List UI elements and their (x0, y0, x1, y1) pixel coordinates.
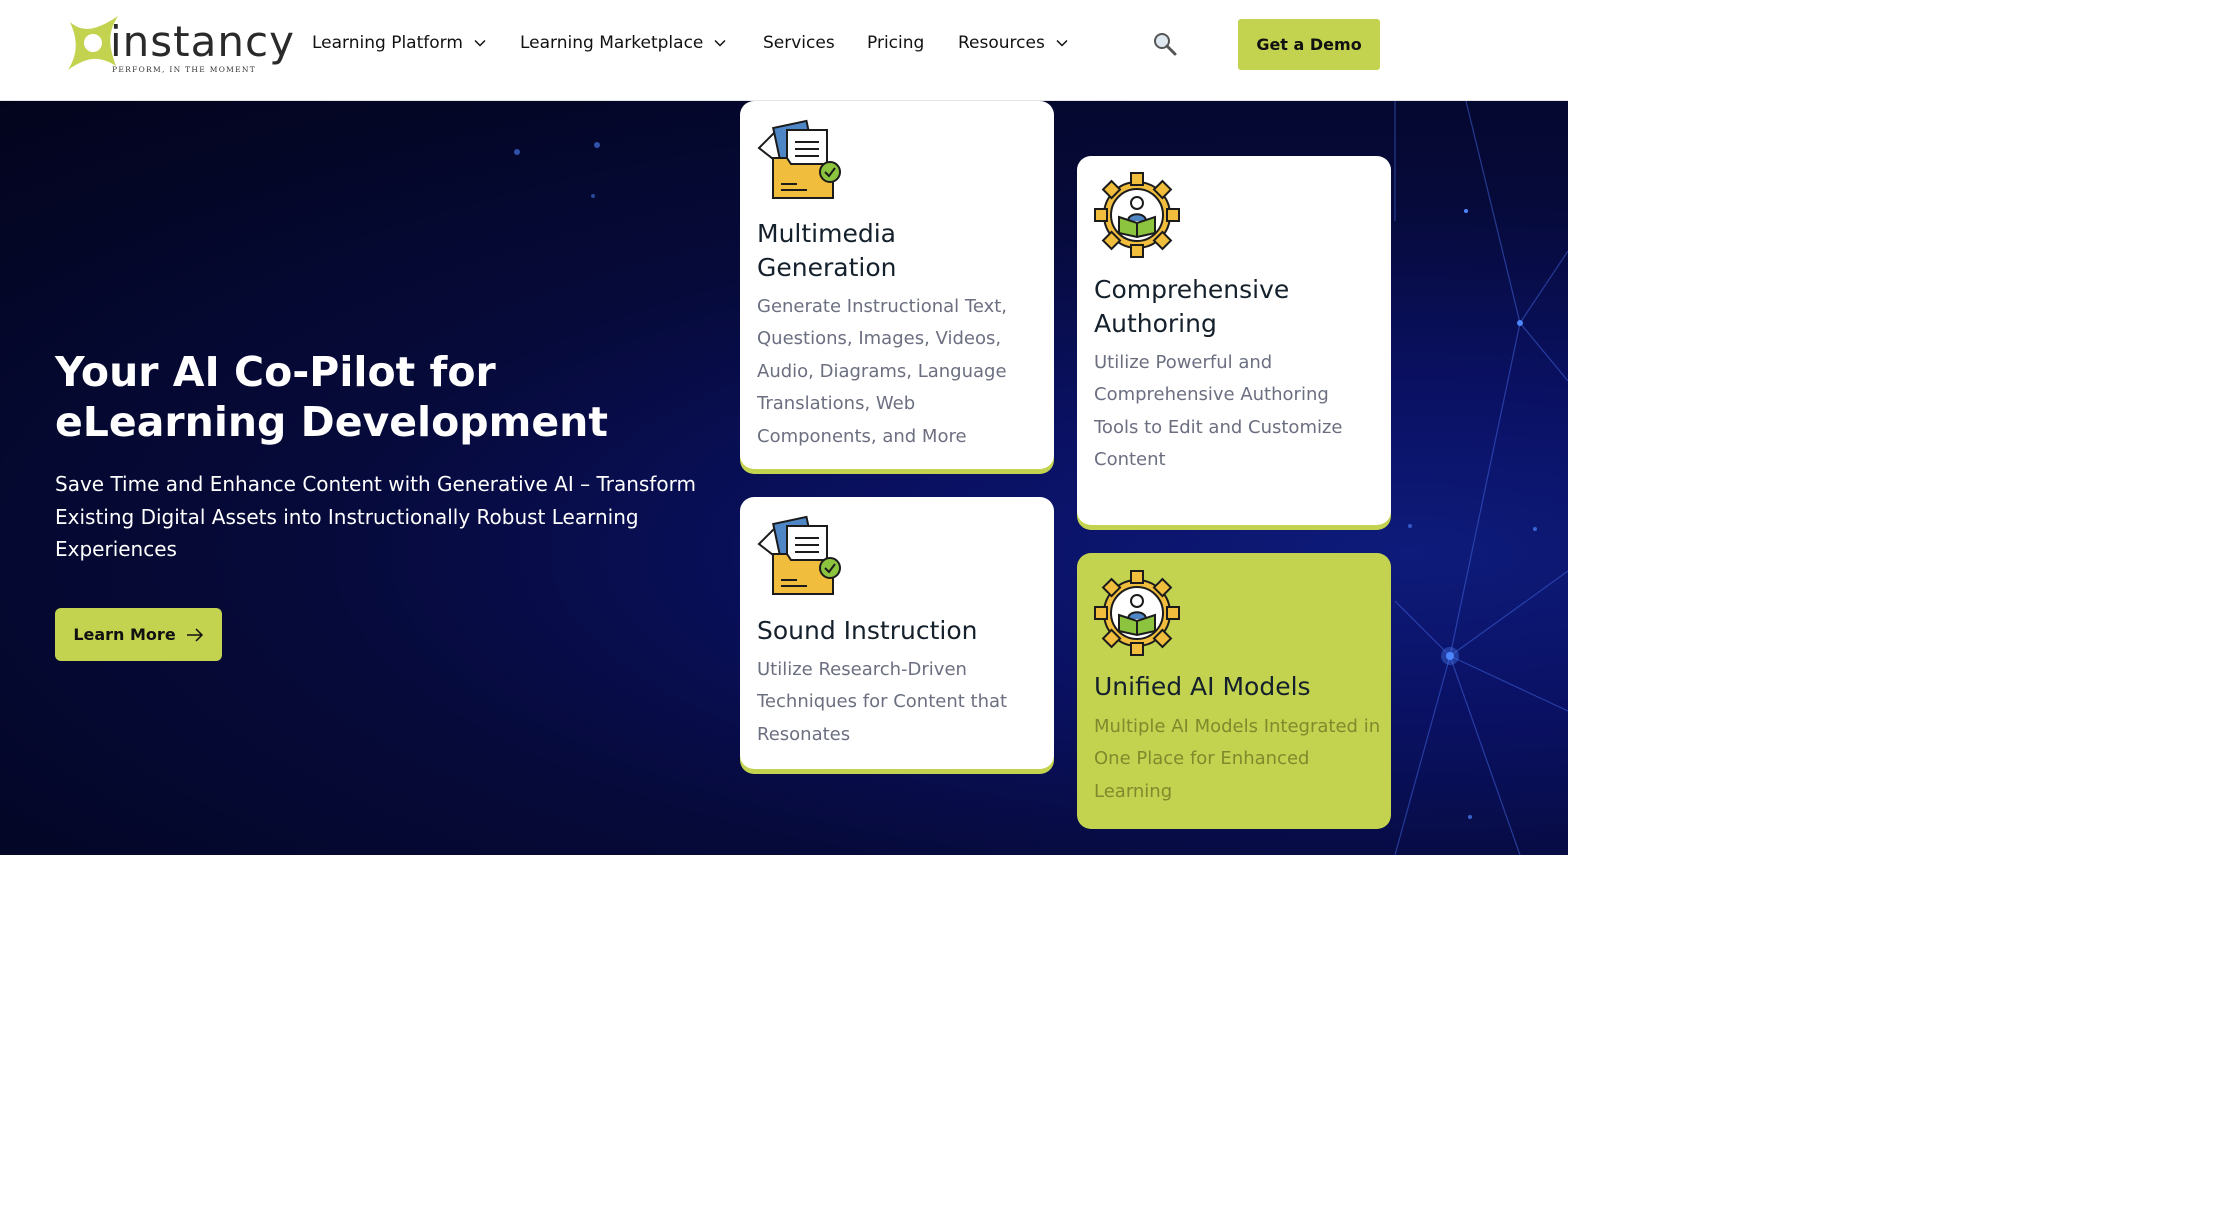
learn-more-button[interactable]: Learn More (55, 608, 222, 661)
logo-wordmark: instancy (110, 17, 295, 66)
gear-reader-icon (1094, 172, 1180, 258)
get-a-demo-button[interactable]: Get a Demo (1238, 19, 1380, 70)
folder-document-icon (757, 515, 841, 595)
arrow-right-icon (186, 627, 203, 642)
nav-label: Pricing (867, 33, 925, 53)
feature-card-unified-ai-models: Unified AI Models Multiple AI Models Int… (1077, 553, 1391, 829)
gear-reader-icon (1094, 570, 1180, 656)
feature-card-multimedia-generation: Multimedia Generation Generate Instructi… (740, 101, 1054, 469)
nav-learning-platform[interactable]: Learning Platform (312, 33, 487, 53)
card-description: Utilize Research-Driven Techniques for C… (757, 659, 1008, 745)
feature-card-comprehensive-authoring: Comprehensive Authoring Utilize Powerful… (1077, 156, 1391, 525)
nav-resources[interactable]: Resources (958, 33, 1069, 53)
chevron-down-icon (1056, 39, 1068, 47)
card-title: Multimedia Generation (757, 219, 897, 282)
logo-tagline: PERFORM, IN THE MOMENT (112, 65, 257, 74)
card-description: Generate Instructional Text, Questions, … (757, 296, 1008, 447)
nav-label: Resources (958, 33, 1045, 53)
chevron-down-icon (474, 39, 486, 47)
nav-learning-marketplace[interactable]: Learning Marketplace (520, 33, 727, 53)
card-title: Sound Instruction (757, 616, 978, 645)
hero-subtitle: Save Time and Enhance Content with Gener… (55, 472, 696, 561)
hero-section: Your AI Co-Pilot for eLearning Developme… (0, 101, 1568, 855)
card-description: Multiple AI Models Integrated in One Pla… (1094, 716, 1381, 802)
card-title: Comprehensive Authoring (1094, 275, 1290, 338)
instancy-logo[interactable]: instancy PERFORM, IN THE MOMENT (64, 14, 294, 76)
nav-services[interactable]: Services (763, 33, 835, 53)
card-title: Unified AI Models (1094, 672, 1311, 701)
site-header: instancy PERFORM, IN THE MOMENT Learning… (0, 0, 1568, 101)
chevron-down-icon (714, 39, 726, 47)
nav-label: Learning Marketplace (520, 33, 704, 53)
search-icon[interactable] (1152, 31, 1178, 57)
nav-label: Learning Platform (312, 33, 463, 53)
hero-title: Your AI Co-Pilot for eLearning Developme… (55, 348, 608, 446)
nav-label: Services (763, 33, 835, 53)
feature-card-sound-instruction: Sound Instruction Utilize Research-Drive… (740, 497, 1054, 769)
card-description: Utilize Powerful and Comprehensive Autho… (1094, 352, 1343, 471)
nav-pricing[interactable]: Pricing (867, 33, 924, 53)
learn-more-label: Learn More (73, 625, 176, 644)
folder-document-icon (757, 119, 841, 199)
